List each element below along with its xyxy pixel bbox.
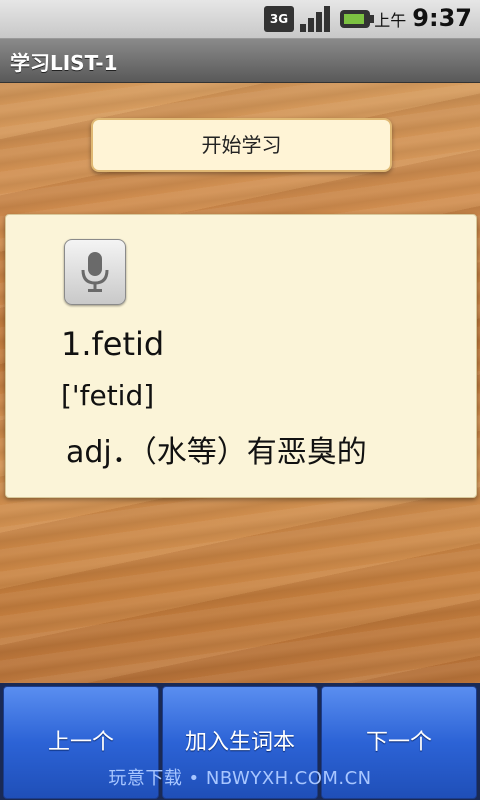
word-definition: adj．（水等）有恶臭的 [66, 435, 367, 470]
status-bar: 3G 上午 9:37 [0, 0, 480, 39]
battery-icon [340, 6, 376, 32]
page-title: 学习LIST-1 [10, 51, 118, 75]
status-clock: 上午 9:37 [374, 4, 472, 32]
watermark: 玩意下载 • NBWYXH.COM.CN [108, 768, 372, 789]
start-learning-button[interactable]: 开始学习 [91, 118, 392, 172]
word-text: 1.fetid [61, 325, 165, 363]
signal-strength-icon [300, 6, 334, 32]
clock-time: 9:37 [412, 4, 472, 32]
word-card: 1.fetid ['fetid] adj．（水等）有恶臭的 [5, 214, 477, 498]
clock-ampm: 上午 [374, 11, 407, 30]
pronounce-button[interactable] [64, 239, 126, 305]
title-bar: 学习LIST-1 [0, 39, 480, 83]
microphone-icon [81, 252, 109, 292]
network-3g-icon: 3G [264, 6, 294, 32]
word-phonetic: ['fetid] [61, 379, 155, 412]
